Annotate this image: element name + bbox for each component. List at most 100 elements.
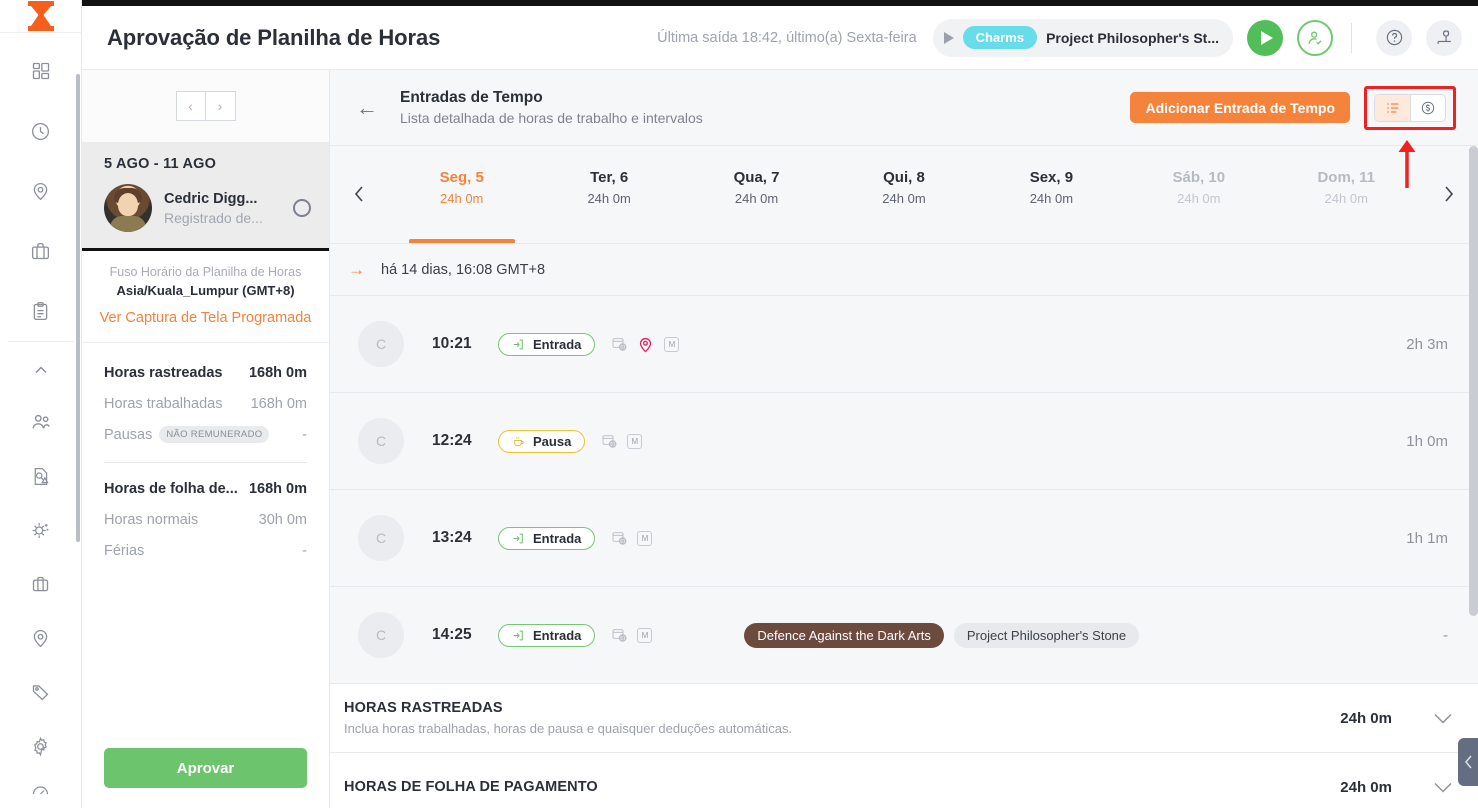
next-week-button[interactable]: ›	[205, 91, 236, 121]
stat-key: Horas normais	[104, 511, 199, 528]
sidebar-item-insights[interactable]	[15, 456, 67, 496]
entry-icons: M	[601, 433, 643, 449]
day-label: Sáb, 10	[1172, 168, 1226, 186]
entry-avatar: C	[358, 321, 404, 367]
stat-value: -	[302, 426, 307, 443]
browser-icon	[602, 435, 617, 448]
list-view-icon[interactable]	[1375, 94, 1410, 121]
entry-type-label: Entrada	[533, 530, 582, 546]
browser-icon	[612, 532, 627, 545]
main-scrollbar[interactable]	[1469, 146, 1478, 616]
entry-tags: Defence Against the Dark Arts Project Ph…	[744, 622, 1140, 648]
sidebar-item-projects[interactable]	[15, 564, 67, 604]
scheduled-screenshot-link[interactable]: Ver Captura de Tela Programada	[92, 309, 319, 328]
sidebar-item-tags[interactable]	[15, 672, 67, 712]
page-title: Aprovação de Planilha de Horas	[107, 24, 441, 50]
sidebar-item-timesheets[interactable]	[15, 291, 67, 331]
day-tab-seg-5[interactable]: Seg, 5 24h 0m	[388, 145, 535, 243]
user-select-radio[interactable]	[293, 199, 311, 217]
stat-row: Horas trabalhadas 168h 0m	[104, 388, 307, 419]
tag-chip[interactable]: Defence Against the Dark Arts	[744, 622, 944, 648]
app-logo[interactable]	[0, 0, 82, 33]
chevron-down-icon[interactable]	[1434, 782, 1452, 793]
sidebar-item-time[interactable]	[15, 111, 67, 151]
help-button[interactable]	[1376, 19, 1412, 56]
day-label: Seg, 5	[439, 168, 484, 186]
stat-row: Horas de folha de... 168h 0m	[104, 473, 307, 504]
day-label: Dom, 11	[1317, 168, 1375, 186]
app-screen: Aprovação de Planilha de Horas Última sa…	[0, 0, 1478, 808]
timezone-label: Fuso Horário da Planilha de Horas	[109, 265, 302, 279]
stat-key: Horas de folha de...	[104, 480, 238, 497]
summary-row-tracked-hours[interactable]: HORAS RASTREADAS Inclua horas trabalhada…	[330, 684, 1478, 753]
add-time-entry-button[interactable]: Adicionar Entrada de Tempo	[1130, 92, 1350, 123]
stat-row: Pausas NÃO REMUNERADO -	[104, 419, 307, 450]
section-title: Entradas de Tempo	[400, 89, 543, 106]
collapse-panel-handle[interactable]	[1458, 738, 1478, 786]
play-icon	[943, 31, 954, 44]
entry-time: 12:24	[432, 432, 472, 449]
sidebar-item-location[interactable]	[15, 171, 67, 211]
back-button[interactable]: ←	[356, 96, 378, 119]
entry-avatar: C	[358, 418, 404, 464]
day-tabs: Seg, 5 24h 0m Ter, 6 24h 0m Qua, 7 24h 0…	[330, 146, 1478, 244]
user-status: Registrado de...	[164, 209, 263, 226]
day-tab-sab-10[interactable]: Sáb, 10 24h 0m	[1125, 145, 1272, 243]
unpaid-badge: NÃO REMUNERADO	[159, 426, 270, 444]
last-clock-out-text: Última saída 18:42, último(a) Sexta-feir…	[657, 29, 917, 46]
sidebar-item-settings[interactable]	[15, 726, 67, 766]
day-tab-ter-6[interactable]: Ter, 6 24h 0m	[535, 145, 682, 243]
day-label: Qui, 8	[883, 168, 925, 186]
view-toggle-highlight	[1364, 85, 1456, 130]
day-list: Seg, 5 24h 0m Ter, 6 24h 0m Qua, 7 24h 0…	[388, 145, 1420, 243]
sidebar-item-collapse[interactable]	[15, 350, 67, 390]
sidebar-item-jobs[interactable]	[15, 231, 67, 271]
table-row[interactable]: C 13:24 Entrada M 1h 1m	[330, 490, 1478, 587]
summary-row-payroll-hours[interactable]: HORAS DE FOLHA DE PAGAMENTO 24h 0m	[330, 753, 1478, 808]
current-task-pill[interactable]: Charms Project Philosopher's St...	[932, 18, 1233, 57]
table-row[interactable]: C 10:21 Entrada M 2h 3m	[330, 296, 1478, 393]
user-name: Cedric Digg...	[164, 190, 258, 207]
stat-value: 168h 0m	[250, 395, 307, 412]
sidebar-item-geofence[interactable]	[15, 618, 67, 658]
sidebar-item-dashboard[interactable]	[15, 51, 67, 91]
person-check-button[interactable]	[1297, 19, 1333, 56]
approve-button[interactable]: Aprovar	[104, 748, 307, 788]
summary-value: 24h 0m	[1340, 709, 1392, 727]
chevron-down-icon[interactable]	[1434, 713, 1452, 724]
stat-value: 30h 0m	[258, 511, 307, 528]
selected-user-card[interactable]: 5 AGO - 11 AGO Cedric Digg... Registrado…	[82, 142, 329, 251]
table-row[interactable]: C 12:24 Pausa M 1h 0m	[330, 393, 1478, 490]
stat-key: Férias	[104, 542, 145, 559]
timesheet-sidebar: ‹ › 5 AGO - 11 AGO Cedric Digg... Regist…	[82, 70, 330, 808]
clock-in-icon	[513, 339, 523, 349]
day-tab-sex-9[interactable]: Sex, 9 24h 0m	[978, 145, 1125, 243]
day-tab-qui-8[interactable]: Qui, 8 24h 0m	[830, 145, 977, 243]
main-header: ← Entradas de Tempo Lista detalhada de h…	[330, 70, 1478, 146]
sidebar-item-reports[interactable]	[15, 780, 67, 800]
summary-description: Inclua horas trabalhadas, horas de pausa…	[344, 721, 793, 736]
table-row[interactable]: C 14:25 Entrada M Defence Against the Da…	[330, 587, 1478, 684]
tag-chip[interactable]: Project Philosopher's Stone	[953, 622, 1140, 648]
browser-icon	[612, 629, 627, 642]
prev-day-button[interactable]	[330, 145, 388, 243]
day-tab-qua-7[interactable]: Qua, 7 24h 0m	[683, 145, 830, 243]
rail-scrollbar[interactable]	[76, 74, 80, 542]
sidebar-rail	[0, 0, 82, 808]
day-stamp-text: há 14 dias, 16:08 GMT+8	[381, 261, 546, 278]
manual-entry-badge: M	[627, 433, 643, 449]
entry-icons: M	[611, 627, 653, 643]
sidebar-item-activity[interactable]	[15, 510, 67, 550]
money-view-icon[interactable]	[1410, 94, 1445, 121]
start-timer-button[interactable]	[1247, 19, 1283, 56]
settings-button[interactable]	[1426, 19, 1462, 56]
sidebar-item-people[interactable]	[15, 402, 67, 442]
stat-value: -	[302, 542, 307, 559]
entry-time: 10:21	[432, 335, 472, 352]
day-label: Sex, 9	[1029, 168, 1074, 186]
day-hours: 24h 0m	[1324, 190, 1368, 206]
clock-in-icon	[513, 630, 523, 640]
prev-week-button[interactable]: ‹	[175, 91, 206, 121]
stat-key: Horas trabalhadas	[104, 395, 223, 412]
week-nav: ‹ ›	[82, 70, 329, 142]
